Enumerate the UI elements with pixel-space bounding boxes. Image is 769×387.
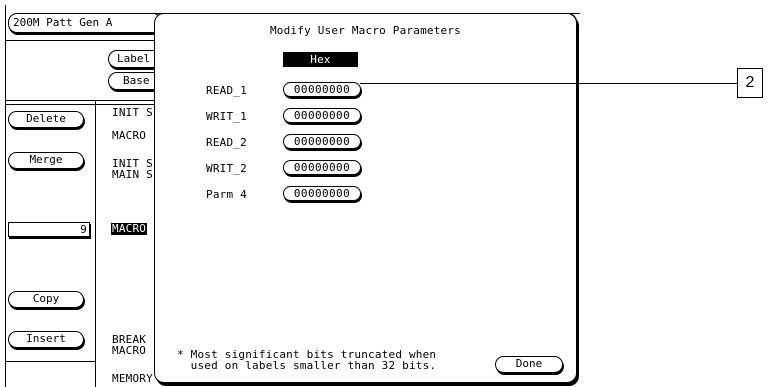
param-value-field[interactable]: 00000000 xyxy=(283,186,361,201)
done-button[interactable]: Done xyxy=(495,356,563,373)
list-row-macro: MACRO xyxy=(112,129,147,142)
screen-left-border xyxy=(5,5,6,387)
hex-header: Hex xyxy=(283,52,358,67)
param-value-field[interactable]: 00000000 xyxy=(283,82,361,97)
delete-button[interactable]: Delete xyxy=(8,111,84,128)
list-row-main: MAIN S xyxy=(112,168,153,181)
param-label: READ_2 xyxy=(206,136,247,149)
bottom-left-divider xyxy=(5,361,95,362)
param-label: Parm 4 xyxy=(206,188,247,201)
list-row-init: INIT S xyxy=(112,106,153,119)
param-label: READ_1 xyxy=(206,84,247,97)
dialog-title: Modify User Macro Parameters xyxy=(269,24,462,37)
list-row-memory: MEMORY xyxy=(112,372,153,385)
param-value-field[interactable]: 00000000 xyxy=(283,160,361,175)
insert-button[interactable]: Insert xyxy=(8,331,84,348)
modify-macro-dialog: Modify User Macro Parameters Hex READ_1 0… xyxy=(154,13,577,383)
column-divider xyxy=(95,100,96,387)
list-row-macro-3: MACRO xyxy=(112,344,147,357)
callout-number: 2 xyxy=(737,68,763,98)
copy-button[interactable]: Copy xyxy=(8,291,84,308)
list-row-macro-selected[interactable]: MACRO xyxy=(111,223,148,235)
param-value-field[interactable]: 00000000 xyxy=(283,108,361,123)
merge-button[interactable]: Merge xyxy=(8,152,84,169)
param-label: WRIT_2 xyxy=(206,162,247,175)
note-line-2: used on labels smaller than 32 bits. xyxy=(177,359,437,372)
module-title-button[interactable]: 200M Patt Gen A xyxy=(8,13,162,33)
param-label: WRIT_1 xyxy=(206,110,247,123)
param-value-field[interactable]: 00000000 xyxy=(283,134,361,149)
count-field[interactable]: 9 xyxy=(8,222,90,237)
callout-leader-line xyxy=(360,83,737,84)
